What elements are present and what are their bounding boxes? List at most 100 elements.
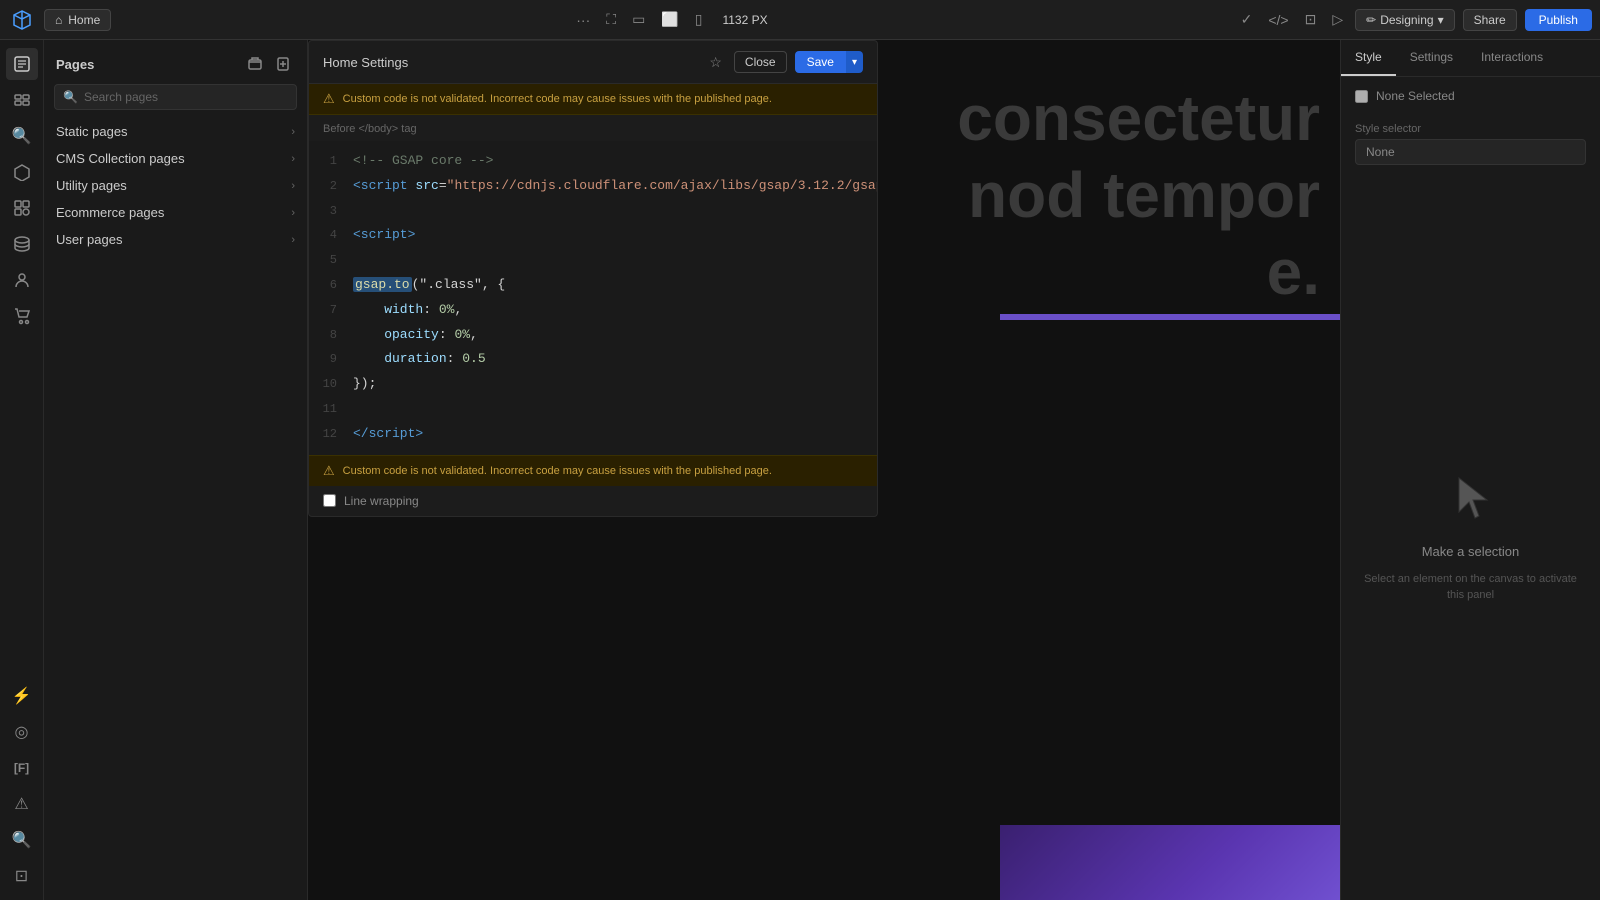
pages-section-static[interactable]: Static pages › <box>44 118 307 145</box>
code-line-3: 3 <box>309 199 877 224</box>
home-settings-favorite-button[interactable]: ☆ <box>705 52 726 73</box>
warning-bar-bottom: ⚠ Custom code is not validated. Incorrec… <box>309 455 877 486</box>
code-line-7: 7 width: 0%, <box>309 298 877 323</box>
sidebar-bottom-icon[interactable]: ⊡ <box>6 860 38 892</box>
sidebar-warning-icon[interactable]: ⚠ <box>6 788 38 820</box>
tab-interactions[interactable]: Interactions <box>1467 40 1557 76</box>
line-wrapping-checkbox[interactable] <box>323 494 336 507</box>
mobile-view-button[interactable]: ▯ <box>691 7 707 32</box>
warning-icon-top: ⚠ <box>323 91 335 107</box>
cursor-icon <box>1451 474 1491 532</box>
topbar: ⌂ Home ··· ⛶ ▭ ⬜ ▯ 1132 PX ✓ </> ⊡ ▷ ✏ D… <box>0 0 1600 40</box>
publish-button[interactable]: Publish <box>1525 9 1592 31</box>
tablet-icon: ⬜ <box>661 11 678 28</box>
pages-header: Pages <box>44 40 307 84</box>
sidebar-zoom-icon[interactable]: 🔍 <box>6 824 38 856</box>
home-settings-header: Home Settings ☆ Close Save ▾ <box>309 41 877 84</box>
desktop-view-button[interactable]: ▭ <box>628 7 649 32</box>
pages-section-utility[interactable]: Utility pages › <box>44 172 307 199</box>
style-selector-label: Style selector <box>1341 115 1600 139</box>
code-line-5: 5 <box>309 248 877 273</box>
home-button[interactable]: ⌂ Home <box>44 9 111 31</box>
sidebar-pages-icon[interactable] <box>6 48 38 80</box>
right-panel: Style Settings Interactions None Selecte… <box>1340 40 1600 900</box>
pages-header-icons <box>243 52 295 76</box>
home-settings-save-button[interactable]: Save <box>795 51 846 73</box>
body-tag-label: Before </body> tag <box>309 115 877 141</box>
topbar-center: ··· ⛶ ▭ ⬜ ▯ 1132 PX <box>572 7 775 32</box>
code-line-1: 1 <!-- GSAP core --> <box>309 149 877 174</box>
center-area: consectetur nod tempor e. Home Settings … <box>308 40 1340 900</box>
home-settings-save-arrow-button[interactable]: ▾ <box>846 51 863 73</box>
add-page-button[interactable] <box>271 52 295 76</box>
more-icon: ··· <box>576 12 590 28</box>
code-line-4: 4 <script> <box>309 223 877 248</box>
check-button[interactable]: ✓ <box>1237 7 1257 32</box>
tab-settings[interactable]: Settings <box>1396 40 1467 76</box>
search-box[interactable]: 🔍 <box>54 84 297 110</box>
icon-sidebar-bottom: ⚡ ◎ [F] ⚠ 🔍 ⊡ <box>6 680 38 892</box>
search-icon: 🔍 <box>63 90 78 104</box>
right-tabs: Style Settings Interactions <box>1341 40 1600 77</box>
warning-icon-bottom: ⚠ <box>323 463 335 479</box>
pencil-icon: ✏ <box>1366 13 1376 27</box>
pages-section-ecommerce[interactable]: Ecommerce pages › <box>44 199 307 226</box>
code-button[interactable]: </> <box>1264 8 1292 32</box>
sidebar-variables-icon[interactable]: [F] <box>6 752 38 784</box>
code-line-2: 2 <script src="https://cdnjs.cloudflare.… <box>309 174 877 199</box>
sidebar-logic-icon[interactable]: ⚡ <box>6 680 38 712</box>
sidebar-interactions-icon[interactable]: ◎ <box>6 716 38 748</box>
home-settings-panel: Home Settings ☆ Close Save ▾ ⚠ Custom co… <box>308 40 878 517</box>
code-line-11: 11 <box>309 397 877 422</box>
main-layout: 🔍 ⚡ ◎ [F] ⚠ 🔍 ⊡ Pages <box>0 40 1600 900</box>
code-line-10: 10 }); <box>309 372 877 397</box>
more-options-button[interactable]: ··· <box>572 8 594 32</box>
sidebar-ecommerce-icon[interactable] <box>6 300 38 332</box>
none-selected-checkbox[interactable] <box>1355 90 1368 103</box>
code-line-12: 12 </script> <box>309 422 877 447</box>
pages-panel: Pages 🔍 Static pages › CMS Collection pa… <box>44 40 308 900</box>
warning-bar-top: ⚠ Custom code is not validated. Incorrec… <box>309 84 877 115</box>
make-selection-area: Make a selection Select an element on th… <box>1341 177 1600 900</box>
sidebar-nav-icon[interactable] <box>6 84 38 116</box>
sidebar-search-icon[interactable]: 🔍 <box>6 120 38 152</box>
bottom-purple-section <box>1000 825 1340 900</box>
sidebar-assets-icon[interactable] <box>6 192 38 224</box>
style-selector-value: None <box>1355 139 1586 165</box>
add-folder-button[interactable] <box>243 52 267 76</box>
code-line-8: 8 opacity: 0%, <box>309 323 877 348</box>
sidebar-components-icon[interactable] <box>6 156 38 188</box>
pages-title: Pages <box>56 57 94 72</box>
home-settings-close-button[interactable]: Close <box>734 51 787 73</box>
code-editor[interactable]: 1 <!-- GSAP core --> 2 <script src="http… <box>309 141 877 455</box>
none-selected-row: None Selected <box>1341 77 1600 115</box>
icon-sidebar: 🔍 ⚡ ◎ [F] ⚠ 🔍 ⊡ <box>0 40 44 900</box>
pages-section-user[interactable]: User pages › <box>44 226 307 253</box>
save-button-group: Save ▾ <box>795 51 863 73</box>
fullscreen-button[interactable]: ⛶ <box>602 7 620 32</box>
chevron-down-icon: ▾ <box>1438 13 1444 27</box>
logo <box>8 6 36 34</box>
canvas-text: consectetur nod tempor e. <box>957 80 1340 310</box>
play-button[interactable]: ▷ <box>1328 7 1347 32</box>
topbar-right: ✓ </> ⊡ ▷ ✏ Designing ▾ Share Publish <box>1237 7 1592 32</box>
home-settings-actions: ☆ Close Save ▾ <box>705 51 863 73</box>
search-input[interactable] <box>84 90 288 104</box>
make-selection-desc: Select an element on the canvas to activ… <box>1361 571 1580 604</box>
fullscreen-icon: ⛶ <box>606 11 616 28</box>
code-line-9: 9 duration: 0.5 <box>309 347 877 372</box>
mobile-icon: ▯ <box>695 11 703 28</box>
share-button[interactable]: Share <box>1463 9 1517 31</box>
make-selection-title: Make a selection <box>1422 544 1520 559</box>
tablet-view-button[interactable]: ⬜ <box>657 7 682 32</box>
desktop-icon: ▭ <box>632 11 645 28</box>
pages-section-cms[interactable]: CMS Collection pages › <box>44 145 307 172</box>
home-settings-title: Home Settings <box>323 55 408 70</box>
designing-button[interactable]: ✏ Designing ▾ <box>1355 9 1454 31</box>
viewport-size: 1132 PX <box>714 13 775 27</box>
line-wrapping-row: Line wrapping <box>309 486 877 516</box>
sidebar-users-icon[interactable] <box>6 264 38 296</box>
monitor-button[interactable]: ⊡ <box>1301 7 1321 32</box>
tab-style[interactable]: Style <box>1341 40 1396 76</box>
sidebar-cms-icon[interactable] <box>6 228 38 260</box>
